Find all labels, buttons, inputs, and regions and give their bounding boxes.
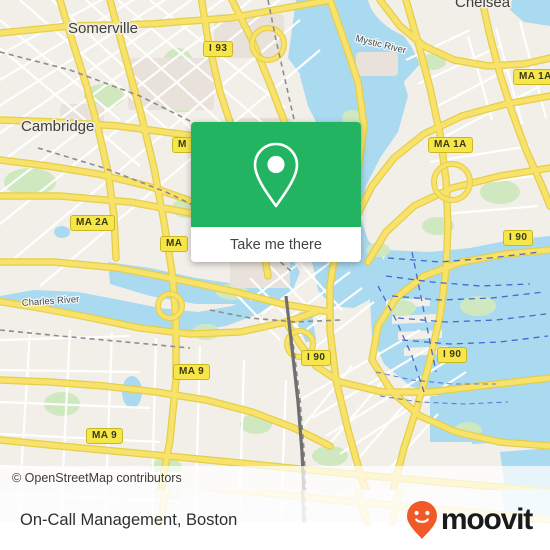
shield-i90-center: I 90 [301, 350, 332, 366]
map-canvas[interactable]: Somerville Cambridge Chelsea Mystic Rive… [0, 0, 550, 495]
map-pin-icon [253, 142, 299, 207]
shield-i93: I 93 [203, 41, 234, 57]
footer-bar: On-Call Management, Boston moovit [0, 490, 550, 550]
place-title: On-Call Management, Boston [20, 510, 238, 529]
osm-attribution-text: © OpenStreetMap contributors [12, 471, 182, 485]
shield-m-partial-upper: M [172, 137, 193, 153]
moovit-wordmark: moovit [440, 503, 533, 536]
shield-ma2a: MA 2A [70, 215, 115, 231]
shield-ma9-lower: MA 9 [86, 428, 124, 444]
take-me-there-label: Take me there [230, 236, 322, 253]
moovit-smiley-pin-icon [406, 501, 437, 539]
osm-attribution-bar: © OpenStreetMap contributors [0, 466, 550, 490]
take-me-there-card[interactable]: Take me there [191, 122, 361, 262]
shield-ma-partial-lower: MA [160, 236, 189, 252]
shield-i90-harbor: I 90 [437, 347, 468, 363]
card-marker-area [191, 122, 361, 227]
moovit-logo[interactable]: moovit [405, 500, 533, 540]
shield-ma9-upper: MA 9 [173, 364, 211, 380]
shield-i90-right: I 90 [503, 230, 534, 246]
card-action-row[interactable]: Take me there [191, 227, 361, 262]
footer-content-row: On-Call Management, Boston moovit [0, 490, 550, 550]
shield-ma1a-right: MA 1A [428, 137, 473, 153]
map-screen: Somerville Cambridge Chelsea Mystic Rive… [0, 0, 550, 550]
shield-ma1a-topright: MA 1A [513, 69, 550, 85]
